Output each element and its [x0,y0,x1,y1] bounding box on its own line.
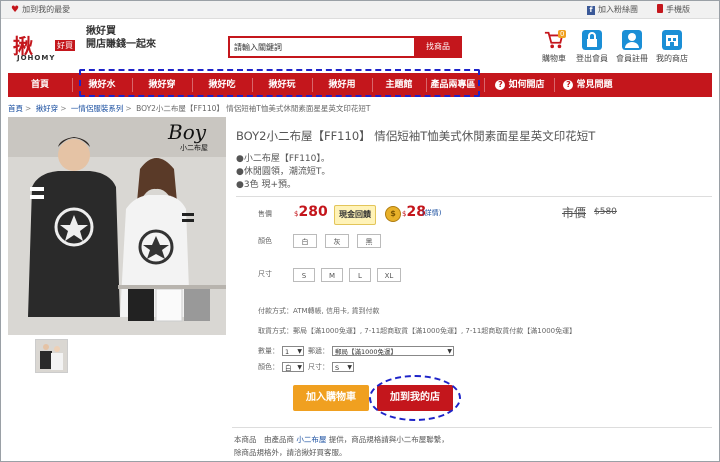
add-favorite-link[interactable]: ♥ 加到我的最愛 [11,4,70,15]
coin-icon: $ [385,206,401,222]
facebook-icon: f [587,6,595,15]
feature-item: ●小二布屋【FF110】。 [236,154,330,164]
color-option-gray[interactable]: 灰 [325,234,349,248]
size-label: 尺寸 [258,270,272,278]
top-utility-bar: ♥ 加到我的最愛 f 加入粉絲團 手機版 [1,1,719,19]
breadcrumb: 首頁 > 揪好穿 > 一情侶服裝系列 > BOY2小二布屋【FF110】 情侶短袖T恤… [8,104,371,113]
search-input[interactable] [228,36,420,58]
cart-link[interactable]: 0 購物車 [534,30,574,64]
heart-icon: ♥ [11,5,20,15]
payment-methods: 付款方式：ATM轉帳, 信用卡, 貨到付款 [258,307,380,315]
chevron-down-icon: ▼ [297,364,302,371]
cashback-detail-link[interactable]: (詳情) [422,208,441,218]
shipping-select[interactable]: 郵局【滿1000免運】 ▼ [332,346,454,356]
supplier-note: 本商品 由產品商 小二布屋 提供，商品規格請與小二布屋聯繫， 除商品規格外，請洽… [234,435,449,457]
feature-item: ●休閒圓領，潮流短T。 [236,167,331,177]
breadcrumb-series[interactable]: 一情侶服裝系列 [71,104,124,113]
phone-icon [657,4,663,13]
qty-select[interactable]: 1 ▼ [282,346,304,356]
shipping-label: 郵遞： [308,347,329,355]
size-select[interactable]: S ▼ [332,362,354,372]
supplier-link[interactable]: 小二布屋 [296,435,326,444]
color-select-label: 顏色： [258,363,279,371]
product-title: BOY2小二布屋【FF110】 情侶短袖T恤美式休閒素面星星英文印花短T [236,129,596,143]
divider [236,196,712,197]
price-value: $280 [294,204,328,220]
mobile-version-link[interactable]: 手機版 [657,4,690,15]
color-option-white[interactable]: 白 [293,234,317,248]
annotation-dashed-box [79,69,480,97]
color-label: 顏色 [258,237,272,245]
search-button[interactable]: 找商品 [414,36,462,58]
color-select[interactable]: 白 ▼ [282,362,304,372]
market-price-value: $580 [594,207,617,217]
nav-divider [72,78,73,92]
cashback-badge: 現金回饋 [334,205,376,225]
lock-icon [582,30,602,50]
pickup-methods: 取貨方式：郵局【滿1000免運】, 7-11超商取貨【滿1000免運】, 7-1… [258,327,577,335]
question-icon: ? [495,80,506,90]
color-option-black[interactable]: 黑 [357,234,381,248]
brand-logo-mark: Boy [167,120,207,144]
product-main-image[interactable]: Boy 小二布屋 [8,117,226,335]
breadcrumb-category[interactable]: 揪好穿 [36,104,59,113]
add-to-cart-button[interactable]: 加入購物車 [293,385,369,411]
nav-faq[interactable]: ? 常見問題 [556,73,620,97]
product-features: ●小二布屋【FF110】。 ●休閒圓領，潮流短T。 ●3色 現+預。 [236,153,330,192]
shop-icon [662,30,682,50]
brand-logo-sub: 小二布屋 [180,143,208,152]
facebook-fan-link[interactable]: f 加入粉絲團 [587,4,638,15]
size-option-s[interactable]: S [293,268,315,282]
divider [232,427,712,428]
site-slogan: 揪好買 開店賺錢一起來 [86,26,156,50]
nav-how-to-open[interactable]: ? 如何開店 [488,73,552,97]
my-shop-link[interactable]: 我的商店 [652,30,692,64]
size-option-l[interactable]: L [349,268,371,282]
site-logo[interactable]: 揪 好買 JOHOMY [13,30,79,64]
product-thumbnail[interactable] [35,339,68,373]
chevron-down-icon: ▼ [347,364,352,371]
market-price-label: 市價 [562,206,587,220]
price-label: 售價 [258,210,272,218]
annotation-dashed-ellipse [369,375,461,421]
user-icon [622,30,642,50]
nav-divider [554,78,555,92]
size-select-label: 尺寸： [308,363,329,371]
product-photo: Boy 小二布屋 [8,117,226,335]
thumbnail-photo [36,340,67,372]
chevron-down-icon: ▼ [447,348,452,355]
question-icon: ? [563,80,574,90]
breadcrumb-home[interactable]: 首頁 [8,104,23,113]
breadcrumb-current: BOY2小二布屋【FF110】 情侶短袖T恤美式休閒素面星星英文印花短T [136,104,371,113]
nav-home[interactable]: 首頁 [12,73,68,97]
qty-label: 數量： [258,347,279,355]
logout-link[interactable]: 登出會員 [572,30,612,64]
nav-divider [484,78,485,92]
chevron-down-icon: ▼ [297,348,302,355]
register-link[interactable]: 會員註冊 [612,30,652,64]
feature-item: ●3色 現+預。 [236,180,296,190]
cart-count-badge: 0 [558,30,567,38]
size-option-m[interactable]: M [321,268,343,282]
size-option-xl[interactable]: XL [377,268,401,282]
